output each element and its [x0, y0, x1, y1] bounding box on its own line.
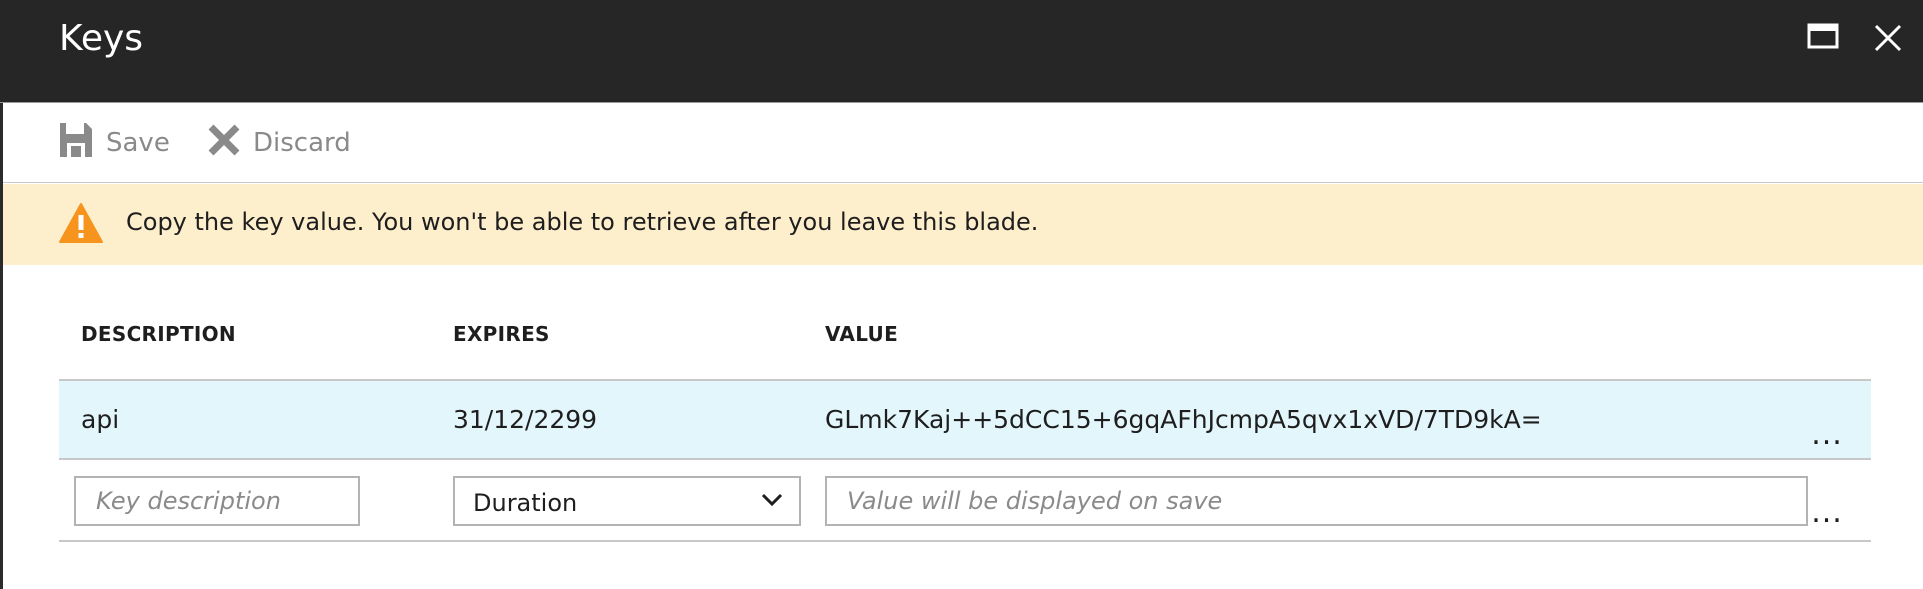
table-row[interactable]: api 31/12/2299 GLmk7Kaj++5dCC15+6gqAFhJc…: [59, 381, 1871, 460]
column-header-description: DESCRIPTION: [81, 322, 236, 346]
blade-title: Keys: [59, 18, 144, 59]
key-value: GLmk7Kaj++5dCC15+6gqAFhJcmpA5qvx1xVD/7TD…: [825, 405, 1542, 434]
key-description-input[interactable]: [74, 476, 360, 526]
close-icon[interactable]: [1870, 18, 1906, 58]
warning-message: Copy the key value. You won't be able to…: [126, 208, 1039, 236]
discard-button[interactable]: Discard: [207, 123, 351, 163]
more-options-icon[interactable]: ...: [1809, 420, 1845, 450]
key-value-input[interactable]: [825, 476, 1808, 526]
warning-icon: [58, 202, 104, 248]
duration-dropdown[interactable]: Duration: [453, 476, 801, 526]
save-button[interactable]: Save: [58, 121, 170, 166]
discard-label: Discard: [253, 128, 351, 158]
key-expires: 31/12/2299: [453, 405, 598, 434]
new-key-row: Duration ...: [59, 460, 1871, 542]
warning-banner: Copy the key value. You won't be able to…: [3, 184, 1923, 265]
command-bar: Save Discard: [3, 103, 1923, 183]
save-icon: [58, 121, 94, 166]
chevron-down-icon: [761, 492, 783, 512]
save-label: Save: [106, 128, 170, 158]
blade-header: Keys: [0, 0, 1923, 103]
column-header-value: VALUE: [825, 322, 899, 346]
column-header-expires: EXPIRES: [453, 322, 550, 346]
maximize-icon[interactable]: [1806, 18, 1842, 58]
discard-icon: [207, 123, 241, 164]
more-options-icon[interactable]: ...: [1809, 498, 1845, 528]
key-description: api: [81, 405, 120, 434]
duration-selected-value: Duration: [473, 489, 578, 517]
